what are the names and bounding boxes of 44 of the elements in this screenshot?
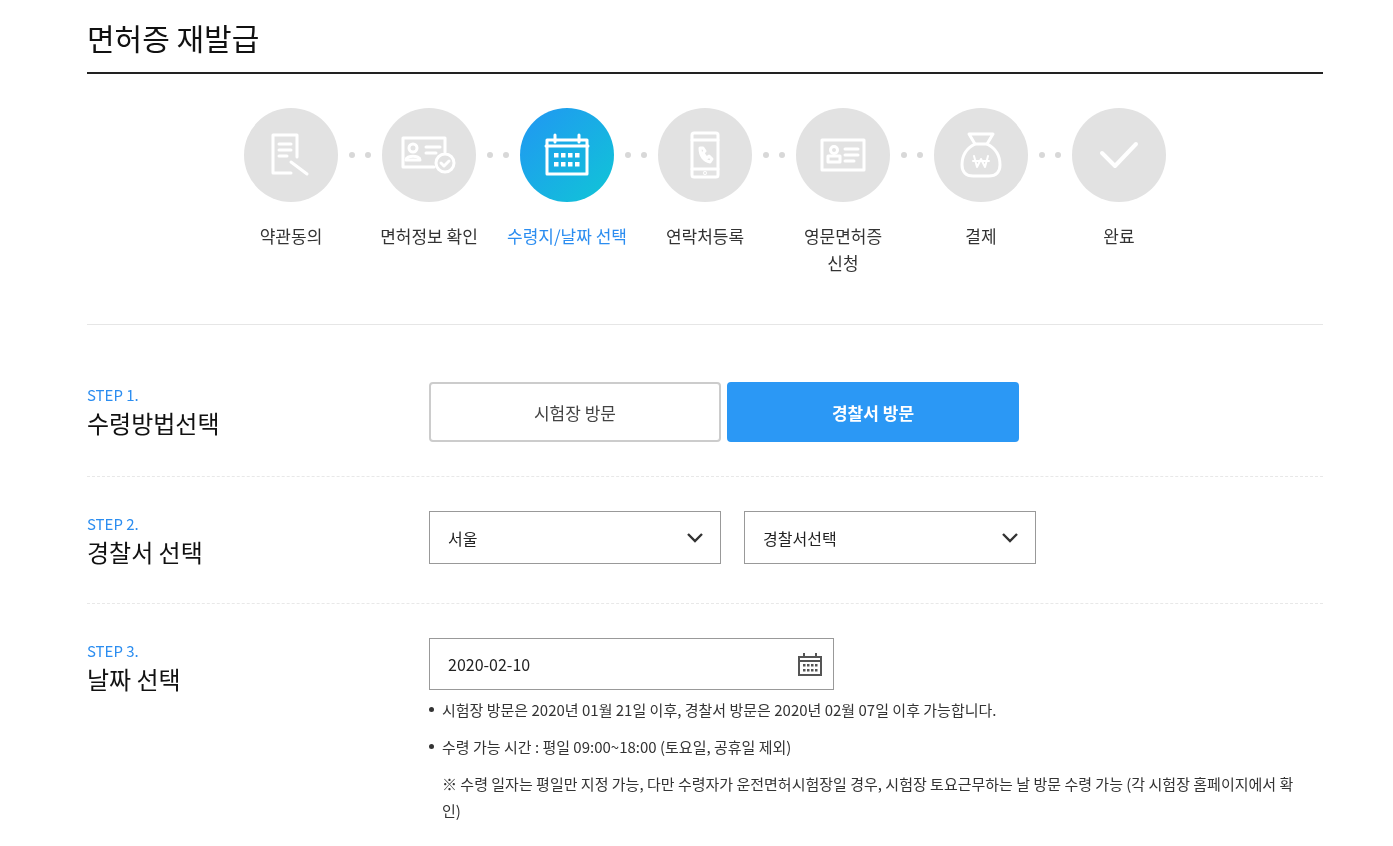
bullet-icon [429, 707, 434, 712]
money-bag-icon [959, 131, 1003, 179]
id-card-check-icon [400, 135, 458, 175]
dropdown-select[interactable]: 경찰서선택 [744, 511, 1036, 564]
section-title: 수령방법선택 [87, 406, 221, 440]
dot-icon [625, 152, 631, 158]
dot-icon [503, 152, 509, 158]
dot-icon [487, 152, 493, 158]
dot-icon [641, 152, 647, 158]
chevron-down-icon [1001, 532, 1019, 543]
bullet-icon [429, 744, 434, 749]
dropdown-select[interactable]: 서울 [429, 511, 721, 564]
phone-icon [689, 131, 721, 179]
id-card-icon [819, 137, 867, 173]
dot-icon [917, 152, 923, 158]
step-label: 영문면허증 신청 [803, 222, 883, 276]
notice-text: ※ 수령 일자는 평일만 지정 가능, 다만 수령자가 운전면허시험장일 경우, 시험장 토요근무하는 날 방문 수령 가능 (각 시험장 홈페이지에서 확인) [441, 772, 1295, 823]
step-label: 연락처등록 [665, 222, 745, 249]
chevron-down-icon [686, 532, 704, 543]
dot-icon [1039, 152, 1045, 158]
check-icon [1099, 140, 1139, 170]
step-label: 수령지/날짜 선택 [507, 222, 627, 249]
step-number: STEP 2. [87, 513, 140, 535]
step-label: 결제 [965, 222, 997, 249]
step-number: STEP 1. [87, 384, 140, 406]
dot-icon [779, 152, 785, 158]
receive-method-option[interactable]: 시험장 방문 [429, 382, 721, 442]
step-label: 면허정보 확인 [380, 222, 478, 249]
calendar-icon [543, 133, 591, 177]
calendar-icon [797, 652, 823, 676]
step-label: 약관동의 [259, 222, 323, 249]
section-title: 날짜 선택 [87, 662, 182, 696]
dot-icon [1055, 152, 1061, 158]
dot-icon [763, 152, 769, 158]
notice-text: 수령 가능 시간 : 평일 09:00~18:00 (토요일, 공휴일 제외) [442, 735, 792, 759]
section-title: 경찰서 선택 [87, 535, 204, 569]
step-label: 완료 [1103, 222, 1135, 249]
date-field[interactable]: 2020-02-10 [429, 638, 834, 690]
dot-icon [901, 152, 907, 158]
dot-icon [365, 152, 371, 158]
notice-text: 시험장 방문은 2020년 01월 21일 이후, 경찰서 방문은 2020년 02월 07일 이후 가능합니다. [442, 698, 997, 722]
step-number: STEP 3. [87, 640, 140, 662]
dot-icon [349, 152, 355, 158]
page-title: 면허증 재발급 [87, 0, 1323, 74]
